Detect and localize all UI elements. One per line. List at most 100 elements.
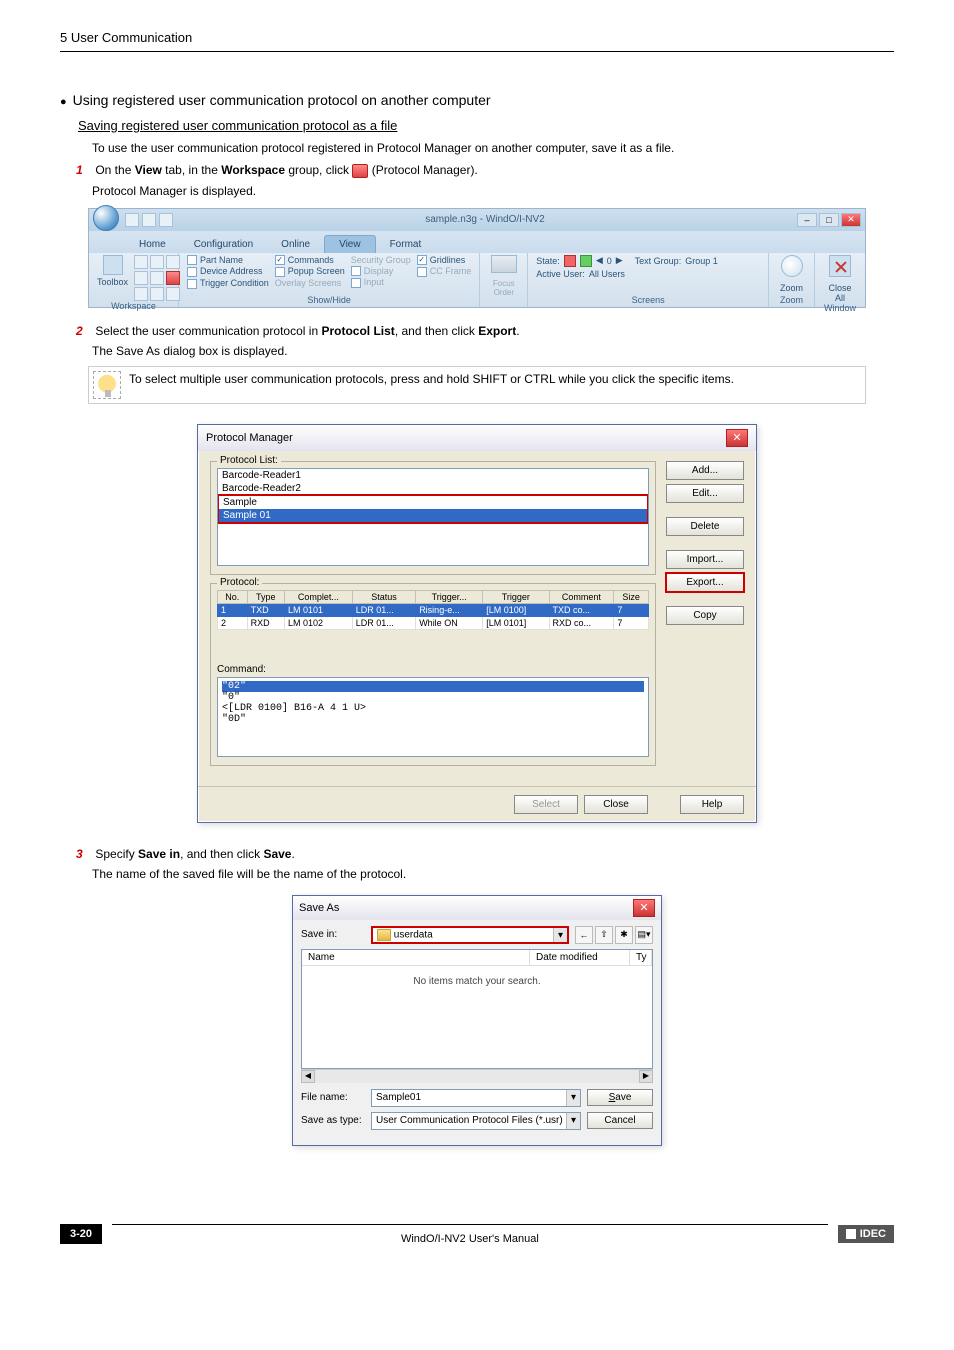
pm-col-3: Status — [352, 590, 415, 603]
state-icon-on[interactable] — [564, 255, 576, 267]
step-2-number: 2 — [76, 324, 92, 338]
app-orb[interactable] — [93, 205, 119, 231]
pm-help-button[interactable]: Help — [680, 795, 744, 814]
scroll-left-icon[interactable]: ◀ — [301, 1070, 315, 1083]
tab-format[interactable]: Format — [376, 236, 436, 253]
ws-icon-4[interactable] — [134, 271, 148, 285]
close-window-button[interactable]: ✕ — [841, 213, 861, 227]
pm-add-button[interactable]: Add... — [666, 461, 744, 480]
qat-btn-3[interactable] — [159, 213, 173, 227]
dropdown-icon-2[interactable]: ▾ — [566, 1090, 580, 1106]
chk-partname[interactable]: Part Name — [187, 255, 269, 266]
ws-icon-6[interactable] — [166, 271, 180, 285]
chk-devaddr[interactable]: Device Address — [187, 266, 269, 277]
chk-secgroup[interactable]: Security Group — [351, 255, 411, 265]
pm-list-item-2[interactable]: Sample — [219, 496, 647, 509]
pm-delete-button[interactable]: Delete — [666, 517, 744, 536]
pm-protocol-list-label: Protocol List: — [217, 455, 281, 466]
chk-input[interactable]: Input — [351, 277, 411, 288]
activeuser-label: Active User: — [536, 269, 585, 279]
close-all-icon[interactable] — [829, 255, 851, 277]
tab-configuration[interactable]: Configuration — [180, 236, 267, 253]
minimize-button[interactable]: – — [797, 213, 817, 227]
ws-icon-9[interactable] — [166, 287, 180, 301]
sd-h-scrollbar[interactable]: ◀ ▶ — [301, 1069, 653, 1083]
pm-select-button[interactable]: Select — [514, 795, 578, 814]
pm-protocol-list[interactable]: Barcode-Reader1 Barcode-Reader2 Sample S… — [217, 468, 649, 566]
ws-icon-7[interactable] — [134, 287, 148, 301]
ws-icon-3[interactable] — [166, 255, 180, 269]
ws-icon-8[interactable] — [150, 287, 164, 301]
step-2: 2 Select the user communication protocol… — [76, 324, 894, 338]
maximize-button[interactable]: □ — [819, 213, 839, 227]
pm-list-item-0[interactable]: Barcode-Reader1 — [218, 469, 648, 482]
pm-col-7: Size — [614, 590, 649, 603]
step-3: 3 Specify Save in, and then click Save. — [76, 847, 894, 861]
zoom-icon[interactable] — [781, 255, 803, 277]
sd-filename-field[interactable]: Sample01 ▾ — [371, 1089, 581, 1107]
pm-copy-button[interactable]: Copy — [666, 606, 744, 625]
sd-filename-label: File name: — [301, 1092, 365, 1103]
chk-gridlines[interactable]: ✓Gridlines — [417, 255, 472, 266]
pm-row-0[interactable]: 1TXDLM 0101LDR 01...Rising-e...[LM 0100]… — [218, 603, 649, 616]
tab-view[interactable]: View — [324, 235, 376, 253]
pm-close-btn[interactable]: Close — [584, 795, 648, 814]
sd-col-name[interactable]: Name — [302, 950, 530, 965]
ws-icon-5[interactable] — [150, 271, 164, 285]
sd-save-button[interactable]: Save — [587, 1089, 653, 1106]
pm-import-button[interactable]: Import... — [666, 550, 744, 569]
sd-type-value: User Communication Protocol Files (*.usr… — [376, 1115, 563, 1126]
chk-trigcond[interactable]: Trigger Condition — [187, 278, 269, 289]
sd-newfolder-button[interactable]: ✱ — [615, 926, 633, 944]
ws-icon-2[interactable] — [150, 255, 164, 269]
sd-back-button[interactable]: ← — [575, 926, 593, 944]
chk-ccframe[interactable]: CC Frame — [417, 266, 472, 277]
state-icon-off[interactable] — [580, 255, 592, 267]
pm-col-2: Complet... — [285, 590, 353, 603]
state-value: 0 — [607, 256, 612, 266]
sd-savein-combo[interactable]: userdata ▾ — [371, 926, 569, 944]
pm-protocol-table[interactable]: No. Type Complet... Status Trigger... Tr… — [217, 590, 649, 630]
chk-display[interactable]: Display — [351, 266, 411, 277]
focus-order-icon[interactable] — [491, 255, 517, 273]
pm-col-4: Trigger... — [416, 590, 483, 603]
pm-edit-button[interactable]: Edit... — [666, 484, 744, 503]
step-3-number: 3 — [76, 847, 92, 861]
idec-brand: IDEC — [860, 1228, 886, 1240]
qat-btn-2[interactable] — [142, 213, 156, 227]
pm-export-button[interactable]: Export... — [666, 573, 744, 592]
sd-close-button[interactable]: ✕ — [633, 899, 655, 917]
sd-type-combo[interactable]: User Communication Protocol Files (*.usr… — [371, 1112, 581, 1130]
tab-home[interactable]: Home — [125, 236, 180, 253]
step3-t3: . — [291, 847, 294, 861]
idec-logo: IDEC — [838, 1225, 894, 1243]
sd-file-list[interactable]: Name Date modified Ty No items match you… — [301, 949, 653, 1069]
sd-up-button[interactable]: ⇧ — [595, 926, 613, 944]
qat-btn-1[interactable] — [125, 213, 139, 227]
sd-col-date[interactable]: Date modified — [530, 950, 630, 965]
sd-views-button[interactable]: ▤▾ — [635, 926, 653, 944]
pm-list-item-3[interactable]: Sample 01 — [219, 509, 647, 522]
sd-cancel-button[interactable]: Cancel — [587, 1112, 653, 1129]
dropdown-icon-3[interactable]: ▾ — [566, 1113, 580, 1129]
chk-popup[interactable]: Popup Screen — [275, 266, 345, 277]
scroll-right-icon[interactable]: ▶ — [639, 1070, 653, 1083]
step3-save: Save — [263, 847, 291, 861]
tab-online[interactable]: Online — [267, 236, 324, 253]
idec-logo-square-icon — [846, 1229, 856, 1239]
dropdown-icon[interactable]: ▾ — [553, 928, 567, 942]
chk-commands[interactable]: ✓Commands — [275, 255, 345, 266]
quick-access-toolbar — [125, 213, 173, 227]
ws-icon-1[interactable] — [134, 255, 148, 269]
group-showhide-label: Show/Hide — [187, 295, 471, 305]
chk-overlay[interactable]: Overlay Screens — [275, 278, 345, 288]
save-as-dialog: Save As ✕ Save in: userdata ▾ ← ⇧ ✱ ▤▾ — [292, 895, 662, 1146]
step3-t2: , and then click — [180, 847, 263, 861]
pm-close-button[interactable]: ✕ — [726, 429, 748, 447]
pm-command-box[interactable]: "02" "0" <[LDR 0100] B16-A 4 1 U> "0D" — [217, 677, 649, 757]
step1-t3: group, click — [285, 163, 352, 177]
sd-col-ty[interactable]: Ty — [630, 950, 652, 965]
pm-row-1[interactable]: 2RXDLM 0102LDR 01...While ON[LM 0101]RXD… — [218, 616, 649, 629]
step1-t4: (Protocol Manager). — [368, 163, 477, 177]
toolbox-button[interactable]: Toolbox — [97, 255, 128, 287]
